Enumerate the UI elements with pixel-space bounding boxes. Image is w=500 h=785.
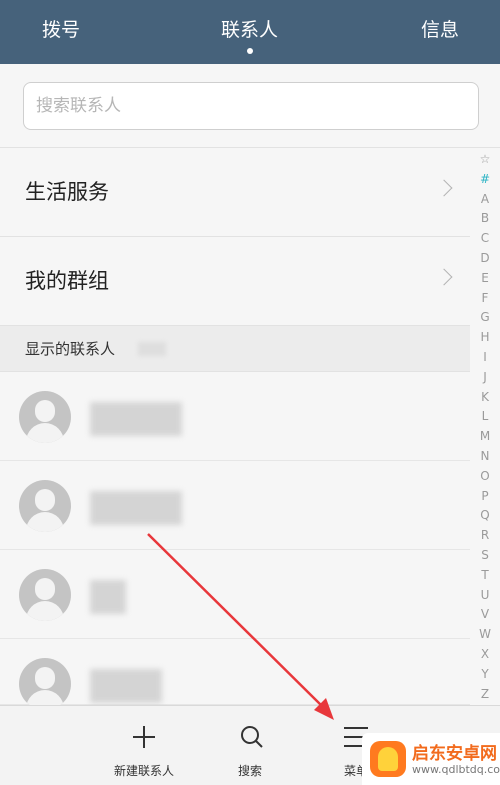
index-hash[interactable]: # bbox=[472, 170, 498, 190]
active-tab-indicator bbox=[247, 48, 253, 54]
search-label: 搜索 bbox=[238, 764, 263, 778]
index-letter-o[interactable]: O bbox=[472, 467, 498, 487]
contact-row[interactable] bbox=[0, 550, 470, 639]
avatar-placeholder-icon bbox=[19, 658, 71, 710]
index-letter-t[interactable]: T bbox=[472, 566, 498, 586]
new-contact-button[interactable]: 新建联系人 bbox=[100, 706, 190, 785]
contact-count-redacted bbox=[138, 342, 166, 356]
search-box[interactable] bbox=[23, 82, 479, 130]
plus-icon bbox=[133, 726, 155, 748]
index-letter-p[interactable]: P bbox=[472, 487, 498, 507]
avatar-placeholder-icon bbox=[19, 480, 71, 532]
tab-contacts[interactable]: 联系人 bbox=[221, 0, 278, 64]
redacted-contact-name bbox=[90, 491, 182, 525]
section-label: 显示的联系人 bbox=[25, 340, 116, 358]
index-letter-z[interactable]: Z bbox=[472, 685, 498, 705]
search-area bbox=[0, 64, 500, 148]
chevron-right-icon bbox=[435, 179, 453, 197]
site-watermark: 启东安卓网 www.qdlbtdq.com bbox=[362, 733, 500, 785]
entry-label: 我的群组 bbox=[25, 269, 109, 293]
tab-messages[interactable]: 信息 bbox=[421, 0, 459, 64]
index-letter-l[interactable]: L bbox=[472, 407, 498, 427]
index-letter-m[interactable]: M bbox=[472, 427, 498, 447]
index-letter-j[interactable]: J bbox=[472, 368, 498, 388]
life-services-entry[interactable]: 生活服务 bbox=[0, 148, 470, 237]
index-letter-s[interactable]: S bbox=[472, 546, 498, 566]
index-letter-u[interactable]: U bbox=[472, 586, 498, 606]
search-button[interactable]: 搜索 bbox=[222, 706, 282, 785]
index-letter-f[interactable]: F bbox=[472, 289, 498, 309]
chevron-right-icon bbox=[435, 268, 453, 286]
top-tab-bar: 拨号 联系人 信息 bbox=[0, 0, 500, 64]
search-icon bbox=[241, 726, 263, 748]
watermark-title: 启东安卓网 bbox=[412, 744, 497, 764]
redacted-contact-name bbox=[90, 580, 126, 614]
index-letter-r[interactable]: R bbox=[472, 526, 498, 546]
index-letter-d[interactable]: D bbox=[472, 249, 498, 269]
index-letter-x[interactable]: X bbox=[472, 645, 498, 665]
index-letter-y[interactable]: Y bbox=[472, 665, 498, 685]
watermark-logo-icon bbox=[370, 741, 406, 777]
my-groups-entry[interactable]: 我的群组 bbox=[0, 237, 470, 326]
index-letter-w[interactable]: W bbox=[472, 625, 498, 645]
index-letter-c[interactable]: C bbox=[472, 229, 498, 249]
index-star[interactable]: ☆ bbox=[472, 150, 498, 170]
search-input[interactable] bbox=[36, 83, 466, 129]
new-contact-label: 新建联系人 bbox=[114, 764, 175, 778]
index-letter-i[interactable]: I bbox=[472, 348, 498, 368]
index-letter-a[interactable]: A bbox=[472, 190, 498, 210]
redacted-contact-name bbox=[90, 402, 182, 436]
entry-label: 生活服务 bbox=[25, 180, 109, 204]
index-letter-n[interactable]: N bbox=[472, 447, 498, 467]
index-letter-e[interactable]: E bbox=[472, 269, 498, 289]
contact-row[interactable] bbox=[0, 461, 470, 550]
avatar-placeholder-icon bbox=[19, 391, 71, 443]
redacted-contact-name bbox=[90, 669, 162, 703]
index-letter-v[interactable]: V bbox=[472, 605, 498, 625]
contact-row[interactable] bbox=[0, 372, 470, 461]
contact-row[interactable] bbox=[0, 639, 470, 710]
index-letter-g[interactable]: G bbox=[472, 308, 498, 328]
index-letter-h[interactable]: H bbox=[472, 328, 498, 348]
tab-dial[interactable]: 拨号 bbox=[42, 0, 80, 64]
avatar-placeholder-icon bbox=[19, 569, 71, 621]
contacts-section-header: 显示的联系人 bbox=[0, 326, 470, 372]
watermark-url: www.qdlbtdq.com bbox=[412, 763, 500, 776]
alphabet-index-bar[interactable]: ☆ # A B C D E F G H I J K L M N O P Q R … bbox=[472, 150, 498, 705]
index-letter-q[interactable]: Q bbox=[472, 506, 498, 526]
index-letter-b[interactable]: B bbox=[472, 209, 498, 229]
index-letter-k[interactable]: K bbox=[472, 388, 498, 408]
